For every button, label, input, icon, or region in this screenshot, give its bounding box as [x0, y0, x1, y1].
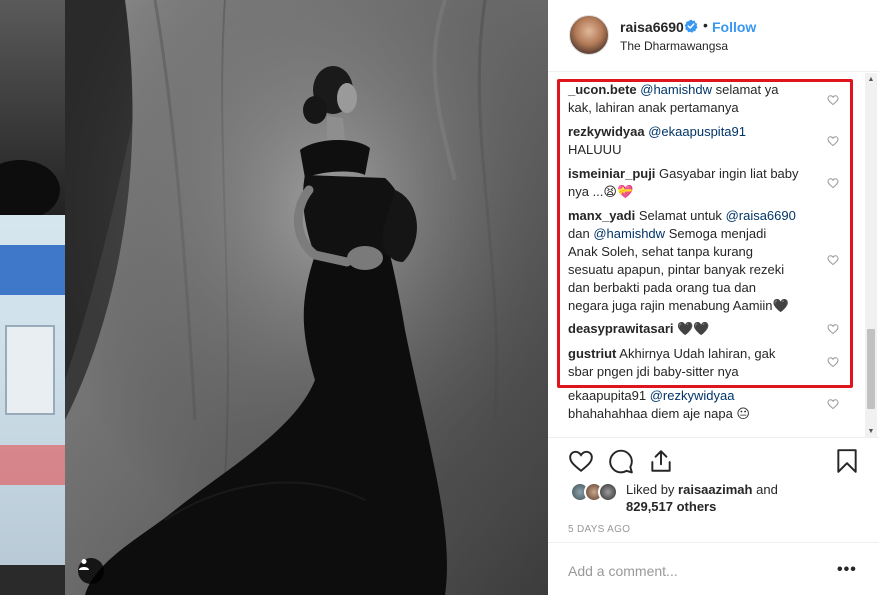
highlight-annotation-box — [557, 79, 853, 388]
add-comment-bar: Add a comment... ••• — [548, 542, 879, 595]
comment-input[interactable]: Add a comment... — [568, 563, 678, 579]
avatar[interactable] — [569, 15, 609, 55]
likes-summary: Liked by raisaazimah and 829,517 others — [568, 480, 868, 516]
previous-photo-top — [0, 0, 65, 220]
scroll-thumb[interactable] — [867, 329, 875, 409]
post-photo[interactable] — [65, 0, 548, 595]
post-location[interactable]: The Dharmawangsa — [620, 39, 728, 53]
follow-button[interactable]: Follow — [712, 19, 756, 35]
likes-count[interactable]: 829,517 others — [626, 499, 716, 514]
post-timestamp[interactable]: 5 DAYS AGO — [568, 524, 630, 535]
comments-scrollbar[interactable]: ▲ ▼ — [865, 73, 877, 437]
liker-username[interactable]: raisaazimah — [678, 482, 752, 497]
user-tag-icon — [79, 559, 89, 570]
comment-icon[interactable] — [608, 448, 634, 474]
bookmark-icon[interactable] — [834, 448, 860, 474]
previous-photo-bottom — [0, 215, 65, 565]
liker-avatars[interactable] — [570, 482, 624, 504]
scroll-down-arrow[interactable]: ▼ — [865, 425, 877, 437]
previous-post-preview[interactable] — [0, 0, 65, 595]
user-tag-button[interactable] — [78, 558, 104, 584]
post-photo-illustration — [65, 0, 548, 595]
scroll-up-arrow[interactable]: ▲ — [865, 73, 877, 85]
more-options-icon[interactable]: ••• — [837, 561, 857, 579]
post-header: raisa6690 • Follow The Dharmawangsa — [548, 0, 879, 72]
post-actions — [548, 437, 879, 481]
previous-photo-footer — [0, 565, 65, 595]
comment-text: bhahahahhaa diem aje napa 😐 — [568, 406, 750, 421]
share-icon[interactable] — [648, 448, 674, 474]
heart-icon[interactable] — [827, 398, 839, 410]
likes-text: Liked by raisaazimah and 829,517 others — [626, 482, 778, 514]
heart-icon[interactable] — [568, 448, 594, 474]
verified-badge-icon — [684, 19, 698, 33]
comment-item: ekaapupita91 @rezkywidyaa bhahahahhaa di… — [568, 387, 838, 423]
comment-username[interactable]: ekaapupita91 — [568, 388, 646, 403]
post-username[interactable]: raisa6690 — [620, 19, 684, 35]
separator-dot: • — [703, 17, 708, 33]
comment-mention[interactable]: @rezkywidyaa — [650, 388, 735, 403]
